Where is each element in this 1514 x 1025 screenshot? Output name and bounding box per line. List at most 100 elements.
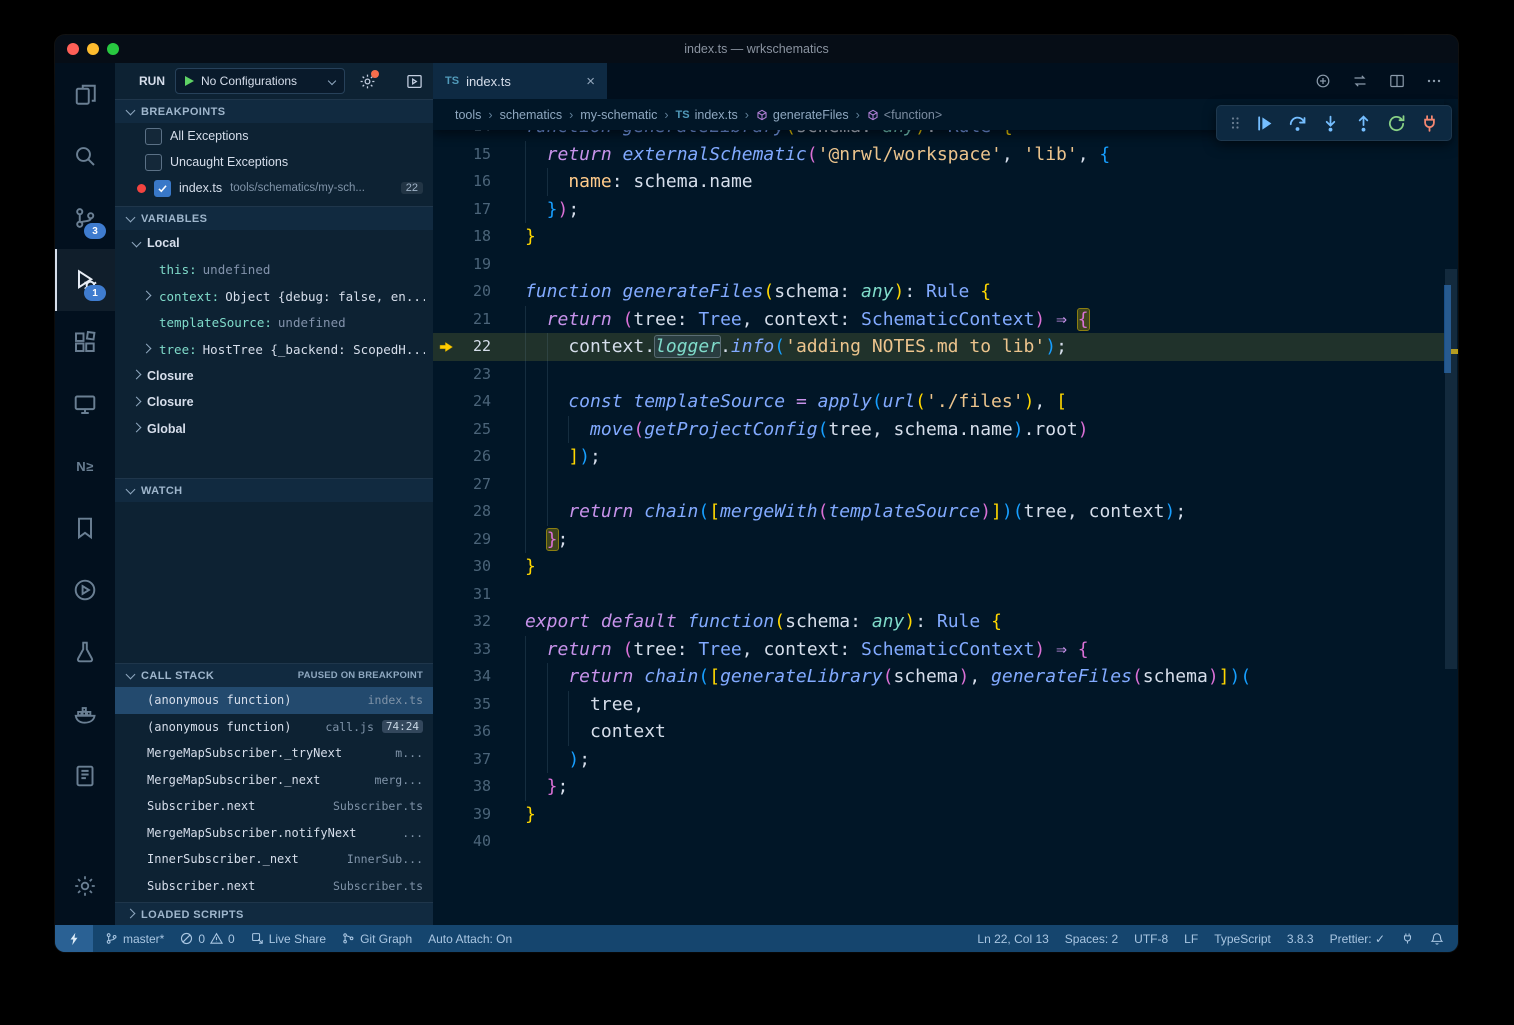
editor-scrollbar[interactable]	[1444, 99, 1458, 925]
gutter-cell[interactable]: 31	[433, 581, 491, 609]
call-stack-row[interactable]: Subscriber.nextSubscriber.ts	[115, 873, 433, 900]
variables-scope-row[interactable]: Global	[115, 416, 433, 443]
code-line[interactable]: 36context	[433, 718, 1444, 746]
disconnect-icon[interactable]	[1420, 114, 1439, 133]
sidebar-item-play-circle[interactable]	[55, 559, 115, 621]
code-line[interactable]: 33return (tree: Tree, context: Schematic…	[433, 636, 1444, 664]
tab-index-ts[interactable]: TS index.ts ×	[433, 63, 607, 99]
prettier-status[interactable]: Prettier: ✓	[1330, 932, 1385, 946]
code-line[interactable]: 27	[433, 471, 1444, 499]
gutter-cell[interactable]: 38	[433, 773, 491, 801]
gutter-cell[interactable]: 24	[433, 388, 491, 416]
debug-settings-button[interactable]	[359, 73, 376, 90]
call-stack-row[interactable]: MergeMapSubscriber.notifyNext...	[115, 820, 433, 847]
code-line[interactable]: 20function generateFiles(schema: any): R…	[433, 278, 1444, 306]
breakpoint-row[interactable]: Uncaught Exceptions	[115, 149, 433, 175]
gutter-cell[interactable]: 22	[433, 333, 491, 361]
loaded-scripts-section-header[interactable]: LOADED SCRIPTS	[115, 902, 433, 925]
gutter-cell[interactable]: 18	[433, 223, 491, 251]
code-line[interactable]: 32export default function(schema: any): …	[433, 608, 1444, 636]
breadcrumb-item[interactable]: schematics	[500, 108, 563, 122]
code-line[interactable]: 31	[433, 581, 1444, 609]
sidebar-item-source-control[interactable]: 3	[55, 187, 115, 249]
settings-button[interactable]	[55, 855, 115, 917]
breakpoint-checkbox[interactable]	[145, 128, 162, 145]
feedback-button[interactable]	[1401, 932, 1414, 945]
encoding-setting[interactable]: UTF-8	[1134, 932, 1168, 946]
call-stack-row[interactable]: Subscriber.nextSubscriber.ts	[115, 793, 433, 820]
zoom-window-button[interactable]	[107, 43, 119, 55]
debug-console-icon[interactable]	[406, 73, 423, 90]
breadcrumb-item[interactable]: TSindex.ts	[676, 108, 738, 122]
minimize-window-button[interactable]	[87, 43, 99, 55]
gutter-cell[interactable]: 39	[433, 801, 491, 829]
variable-row[interactable]: context:Object {debug: false, en...	[115, 283, 433, 310]
call-stack-row[interactable]: InnerSubscriber._nextInnerSub...	[115, 846, 433, 873]
code-line[interactable]: 16name: schema.name	[433, 168, 1444, 196]
remote-indicator[interactable]	[55, 925, 93, 952]
indent-setting[interactable]: Spaces: 2	[1065, 932, 1118, 946]
sidebar-item-extensions[interactable]	[55, 311, 115, 373]
code-line[interactable]: 24const templateSource = apply(url('./fi…	[433, 388, 1444, 416]
breadcrumb-item[interactable]: tools	[455, 108, 481, 122]
titlebar[interactable]: index.ts — wrkschematics	[55, 35, 1458, 63]
gutter-cell[interactable]: 20	[433, 278, 491, 306]
breakpoint-checkbox[interactable]	[145, 154, 162, 171]
sidebar-item-explorer[interactable]	[55, 63, 115, 125]
gutter-cell[interactable]: 37	[433, 746, 491, 774]
cursor-position[interactable]: Ln 22, Col 13	[977, 932, 1048, 946]
start-debug-icon[interactable]	[185, 76, 194, 86]
sidebar-item-notebook[interactable]	[55, 745, 115, 807]
restart-icon[interactable]	[1387, 114, 1406, 133]
code-line[interactable]: 21return (tree: Tree, context: Schematic…	[433, 306, 1444, 334]
gutter-cell[interactable]: 35	[433, 691, 491, 719]
variables-section-header[interactable]: VARIABLES	[115, 206, 433, 230]
gutter-cell[interactable]: 26	[433, 443, 491, 471]
breakpoint-row[interactable]: index.tstools/schematics/my-sch...22	[115, 175, 433, 201]
code-line[interactable]: 29};	[433, 526, 1444, 554]
variables-scope-row[interactable]: Closure	[115, 363, 433, 390]
variables-scope-row[interactable]: Closure	[115, 389, 433, 416]
notifications-button[interactable]	[1430, 932, 1444, 946]
code-line[interactable]: 28return chain([mergeWith(templateSource…	[433, 498, 1444, 526]
gutter-cell[interactable]: 27	[433, 471, 491, 499]
code-viewport[interactable]: 14function generateLibrary(schema: any):…	[433, 99, 1444, 925]
sidebar-item-search[interactable]	[55, 125, 115, 187]
gutter-cell[interactable]: 28	[433, 498, 491, 526]
breakpoint-checkbox[interactable]	[154, 180, 171, 197]
step-over-icon[interactable]	[1288, 114, 1307, 133]
code-line[interactable]: 23	[433, 361, 1444, 389]
call-stack-row[interactable]: MergeMapSubscriber._nextmerg...	[115, 767, 433, 794]
gutter-cell[interactable]: 21	[433, 306, 491, 334]
step-into-icon[interactable]	[1321, 114, 1340, 133]
code-line[interactable]: 17});	[433, 196, 1444, 224]
compare-icon[interactable]	[1352, 73, 1368, 89]
scrollbar-thumb[interactable]	[1445, 269, 1457, 669]
variable-row[interactable]: tree:HostTree {_backend: ScopedH...	[115, 336, 433, 363]
breadcrumb-item[interactable]: my-schematic	[580, 108, 657, 122]
code-line[interactable]: 38};	[433, 773, 1444, 801]
open-changes-icon[interactable]	[1315, 73, 1331, 89]
breadcrumb-item[interactable]: <function>	[867, 108, 942, 122]
code-line[interactable]: 26]);	[433, 443, 1444, 471]
gutter-cell[interactable]: 23	[433, 361, 491, 389]
breadcrumb-item[interactable]: generateFiles	[756, 108, 849, 122]
watch-section-header[interactable]: WATCH	[115, 478, 433, 502]
auto-attach-indicator[interactable]: Auto Attach: On	[428, 932, 512, 946]
call-stack-row[interactable]: (anonymous function)index.ts	[115, 687, 433, 714]
sidebar-item-remote-explorer[interactable]	[55, 373, 115, 435]
drag-handle-icon[interactable]	[1229, 114, 1241, 132]
close-tab-icon[interactable]: ×	[586, 74, 595, 89]
step-out-icon[interactable]	[1354, 114, 1373, 133]
variables-scope-row[interactable]: Local	[115, 230, 433, 257]
language-mode[interactable]: TypeScript	[1214, 932, 1271, 946]
breakpoint-row[interactable]: All Exceptions	[115, 123, 433, 149]
code-line[interactable]: 22context.logger.info('adding NOTES.md t…	[433, 333, 1444, 361]
ts-version[interactable]: 3.8.3	[1287, 932, 1314, 946]
code-line[interactable]: 40	[433, 828, 1444, 856]
sidebar-item-tests[interactable]	[55, 621, 115, 683]
code-line[interactable]: 18}	[433, 223, 1444, 251]
git-branch-indicator[interactable]: master*	[105, 932, 164, 946]
sidebar-item-run-debug[interactable]: 1	[55, 249, 115, 311]
call-stack-row[interactable]: MergeMapSubscriber._tryNextm...	[115, 740, 433, 767]
